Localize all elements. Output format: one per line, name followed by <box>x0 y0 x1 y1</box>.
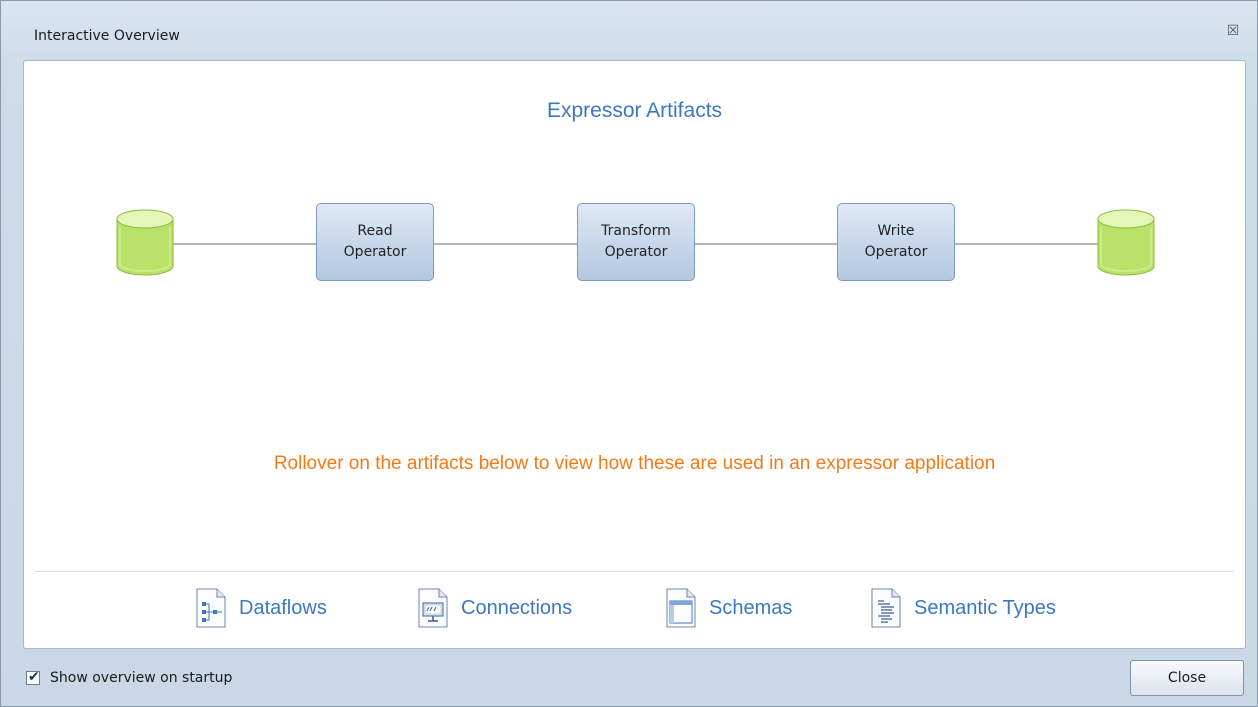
artifact-connections[interactable]: Connections <box>417 588 572 628</box>
operator-label-line1: Transform <box>601 223 671 239</box>
interactive-overview-window: Interactive Overview ☒ Expressor Artifac… <box>0 0 1258 707</box>
artifact-label: Dataflows <box>239 596 327 619</box>
source-database-icon[interactable] <box>116 209 174 276</box>
overview-panel: Expressor Artifacts Read Operator Transf… <box>23 60 1246 649</box>
artifact-schemas[interactable]: Schemas <box>665 588 792 628</box>
checkmark-icon: ✔ <box>28 669 40 685</box>
divider <box>34 571 1234 572</box>
read-operator-node[interactable]: Read Operator <box>316 203 434 281</box>
title-bar: Interactive Overview ☒ <box>1 1 1257 44</box>
operator-label-line1: Write <box>877 223 915 239</box>
rollover-hint: Rollover on the artifacts below to view … <box>273 453 996 474</box>
artifact-semantic-types[interactable]: Semantic Types <box>870 588 1056 628</box>
connections-icon <box>418 588 448 628</box>
target-database-icon[interactable] <box>1097 209 1155 276</box>
artifact-label: Connections <box>461 596 573 619</box>
close-button[interactable]: Close <box>1130 660 1244 696</box>
artifact-dataflows[interactable]: Dataflows <box>195 588 327 628</box>
transform-operator-node[interactable]: Transform Operator <box>577 203 695 281</box>
artifact-label: Schemas <box>709 596 793 619</box>
artifact-label: Semantic Types <box>914 596 1056 619</box>
show-on-startup-checkbox[interactable]: ✔ <box>26 669 40 685</box>
show-on-startup-label: Show overview on startup <box>50 670 233 686</box>
write-operator-node[interactable]: Write Operator <box>837 203 955 281</box>
schemas-icon <box>666 588 696 628</box>
operator-label-line2: Operator <box>864 244 928 260</box>
operator-label-line2: Operator <box>343 244 407 260</box>
operator-label-line2: Operator <box>604 244 668 260</box>
dataflows-icon <box>196 588 226 628</box>
semantic-types-icon <box>871 588 901 628</box>
operator-label-line1: Read <box>357 223 393 239</box>
window-title: Interactive Overview <box>34 28 180 44</box>
window-close-icon[interactable]: ☒ <box>1225 23 1241 39</box>
